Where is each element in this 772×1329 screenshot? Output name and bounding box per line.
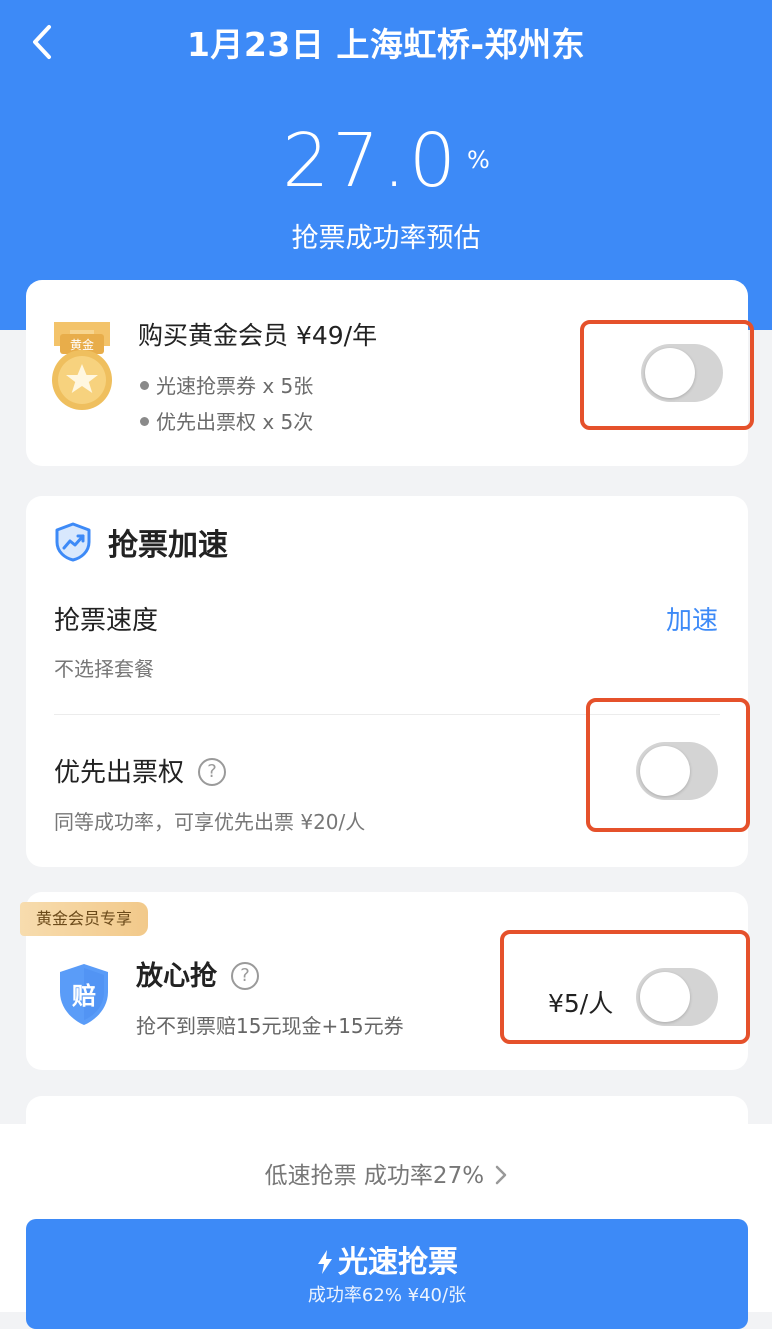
highlight-box-priority xyxy=(586,698,750,832)
highlight-box-membership xyxy=(580,320,754,430)
speed-label: 抢票速度 xyxy=(54,606,159,636)
bullet-dot xyxy=(140,417,149,426)
section-title: 抢票加速 xyxy=(108,528,228,563)
speed-sub: 不选择套餐 xyxy=(54,657,154,681)
low-speed-text: 低速抢票 成功率27% xyxy=(264,1163,485,1189)
help-icon[interactable]: ? xyxy=(198,757,227,786)
insurance-title-row: 放心抢? xyxy=(136,954,259,993)
low-speed-link[interactable]: 低速抢票 成功率27% xyxy=(0,1156,772,1190)
cta-title-row: 光速抢票 xyxy=(26,1237,748,1281)
benefit-text: 优先出票权 x 5次 xyxy=(156,410,314,434)
priority-sub: 同等成功率，可享优先出票 ¥20/人 xyxy=(54,810,366,834)
compensation-shield-icon: 赔 xyxy=(60,964,108,1025)
membership-benefit: 优先出票权 x 5次 xyxy=(140,406,313,435)
bottom-bar: 低速抢票 成功率27% 光速抢票 成功率62% ¥40/张 xyxy=(0,1124,772,1329)
help-icon[interactable]: ? xyxy=(231,961,259,990)
success-rate-unit: % xyxy=(466,146,490,174)
bullet-dot xyxy=(140,381,149,390)
shield-chart-icon xyxy=(55,522,91,562)
priority-label: 优先出票权 xyxy=(54,758,185,788)
insurance-sub: 抢不到票赔15元现金+15元券 xyxy=(136,1014,404,1038)
success-rate-value: 27.0 xyxy=(282,118,459,204)
page-title: 1月23日 上海虹桥-郑州东 xyxy=(186,25,586,64)
highlight-box-insurance xyxy=(500,930,750,1044)
fast-grab-button[interactable]: 光速抢票 成功率62% ¥40/张 xyxy=(26,1219,748,1329)
gold-medal-icon: 黄金 xyxy=(52,322,112,410)
gold-member-badge: 黄金会员专享 xyxy=(20,902,149,936)
accelerate-link[interactable]: 加速 xyxy=(666,600,718,637)
benefit-text: 光速抢票券 x 5张 xyxy=(156,374,314,398)
success-rate-label: 抢票成功率预估 xyxy=(291,223,481,254)
cta-title: 光速抢票 xyxy=(338,1245,458,1280)
membership-benefit: 光速抢票券 x 5张 xyxy=(140,370,313,399)
success-rate: 27.0% xyxy=(0,118,772,204)
medal-label: 黄金 xyxy=(70,337,94,352)
priority-row: 优先出票权? xyxy=(54,752,227,789)
cta-sub: 成功率62% ¥40/张 xyxy=(307,1285,467,1306)
membership-title: 购买黄金会员 ¥49/年 xyxy=(138,321,378,350)
shield-label: 赔 xyxy=(72,982,96,1010)
lightning-icon xyxy=(318,1250,332,1274)
chevron-right-icon xyxy=(496,1165,507,1185)
insurance-title: 放心抢 xyxy=(136,961,217,992)
